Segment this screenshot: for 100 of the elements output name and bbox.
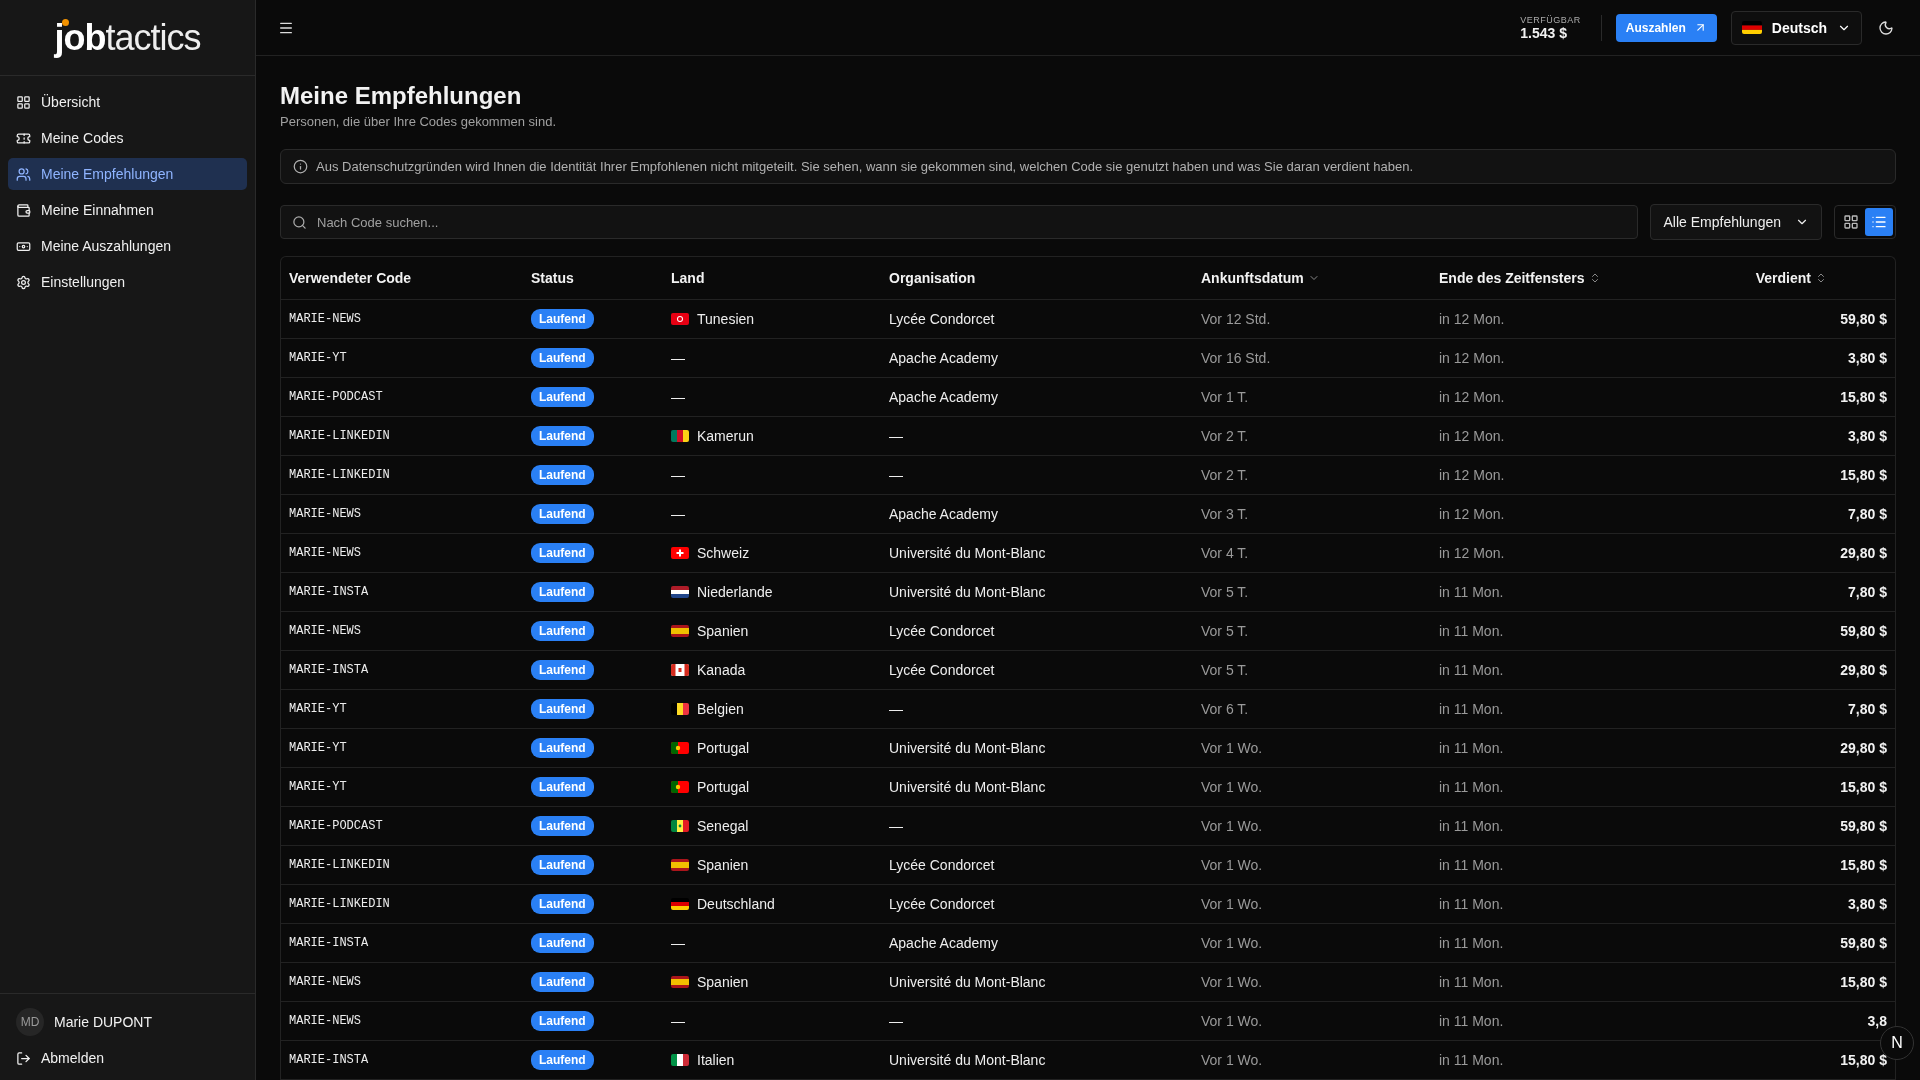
payout-button[interactable]: Auszahlen (1615, 13, 1717, 42)
arrival-cell-text: Vor 12 Std. (1201, 311, 1272, 327)
organisation-cell-text: Apache Academy (889, 506, 999, 522)
logout-link[interactable]: Abmelden (16, 1050, 239, 1066)
flag-icon (1741, 20, 1762, 35)
organisation-cell-text: — (889, 467, 904, 483)
earned-cell: 59,80 $ (1840, 623, 1887, 639)
column-header: Verwendeter Code (289, 270, 412, 286)
organisation-cell-text: Université du Mont-Blanc (889, 740, 1047, 756)
organisation-cell-text: Université du Mont-Blanc (889, 545, 1047, 561)
sidebar-item[interactable]: Übersicht (8, 86, 247, 118)
organisation-cell-text: — (889, 1013, 904, 1029)
search-field[interactable]: Nach Code suchen... (280, 205, 1639, 239)
country-cell: Spanien (697, 623, 749, 639)
filter-dropdown[interactable]: Alle Empfehlungen (1650, 204, 1822, 240)
arrival-cell-text: Vor 1 Wo. (1201, 1013, 1264, 1029)
flag-icon (671, 430, 689, 442)
code-cell-text: MARIE-PODCAST (289, 390, 384, 404)
arrival-cell-text: Vor 5 T. (1201, 662, 1250, 678)
window-end-cell-text: in 11 Mon. (1439, 662, 1505, 678)
window-end-cell-text: in 11 Mon. (1439, 584, 1505, 600)
sidebar-item[interactable]: Meine Auszahlungen (8, 230, 247, 262)
country-cell: Belgien (697, 701, 744, 717)
country-cell: — (671, 935, 685, 951)
wallet-icon (16, 202, 31, 218)
arrival-cell-text: Vor 5 T. (1201, 623, 1250, 639)
settings-icon (16, 274, 31, 290)
status-badge: Laufend (531, 777, 594, 797)
code-cell-text: MARIE-INSTA (289, 585, 370, 599)
status-badge: Laufend (531, 1050, 594, 1070)
sidebar-item[interactable]: Meine Empfehlungen (8, 158, 247, 190)
sidebar-item[interactable]: Meine Codes (8, 122, 247, 154)
users-icon (16, 166, 31, 182)
country-cell: Kamerun (697, 428, 754, 444)
column-header[interactable]: Verdient (1755, 270, 1811, 286)
code-cell-text: MARIE-NEWS (289, 624, 362, 638)
organisation-cell-text: Lycée Condorcet (889, 623, 996, 639)
column-header[interactable]: Ankunftsdatum (1201, 270, 1304, 286)
logo: jobtactics (54, 16, 201, 59)
earned-cell: 29,80 $ (1840, 662, 1887, 678)
window-end-cell-text: in 11 Mon. (1439, 779, 1505, 795)
column-header: Status (531, 270, 574, 286)
status-badge: Laufend (531, 426, 594, 446)
status-badge: Laufend (531, 855, 594, 875)
country-cell: — (671, 350, 685, 366)
arrival-cell-text: Vor 1 Wo. (1201, 1052, 1264, 1068)
organisation-cell-text: Université du Mont-Blanc (889, 584, 1047, 600)
window-end-cell-text: in 12 Mon. (1439, 467, 1506, 483)
organisation-cell-text: Lycée Condorcet (889, 857, 996, 873)
organisation-cell-text: Apache Academy (889, 389, 999, 405)
code-cell-text: MARIE-NEWS (289, 312, 362, 326)
status-badge: Laufend (531, 738, 594, 758)
arrival-cell-text: Vor 1 Wo. (1201, 818, 1264, 834)
status-badge: Laufend (531, 387, 594, 407)
flag-icon (671, 586, 689, 598)
code-cell-text: MARIE-YT (289, 741, 348, 755)
code-cell-text: MARIE-NEWS (289, 1014, 362, 1028)
earned-cell: 15,80 $ (1840, 857, 1887, 873)
country-cell: Kanada (697, 662, 746, 678)
language-select[interactable]: Deutsch (1730, 10, 1862, 45)
code-cell-text: MARIE-NEWS (289, 507, 362, 521)
flag-icon (671, 313, 689, 325)
sidebar-item[interactable]: Einstellungen (8, 266, 247, 298)
arrival-cell-text: Vor 1 Wo. (1201, 740, 1264, 756)
flag-icon (671, 898, 689, 910)
page-title: Meine Empfehlungen (280, 82, 523, 110)
earned-cell: 15,80 $ (1840, 779, 1887, 795)
arrival-cell-text: Vor 3 T. (1201, 506, 1250, 522)
list-view-button[interactable] (1865, 208, 1893, 236)
status-badge: Laufend (531, 543, 594, 563)
flag-icon (671, 547, 689, 559)
arrival-cell-text: Vor 1 T. (1201, 389, 1250, 405)
flag-icon (671, 742, 689, 754)
status-badge: Laufend (531, 621, 594, 641)
sidebar-item[interactable]: Meine Einnahmen (8, 194, 247, 226)
earned-cell: 15,80 $ (1840, 974, 1887, 990)
country-cell: Schweiz (697, 545, 750, 561)
country-cell: Niederlande (697, 584, 773, 600)
country-cell: Spanien (697, 974, 749, 990)
code-cell-text: MARIE-LINKEDIN (289, 429, 391, 443)
list-icon (1871, 214, 1887, 230)
organisation-cell-text: Université du Mont-Blanc (889, 974, 1047, 990)
status-badge: Laufend (531, 348, 594, 368)
country-cell: Senegal (697, 818, 749, 834)
column-header[interactable]: Ende des Zeitfensters (1439, 270, 1585, 286)
earned-cell: 15,80 $ (1840, 467, 1887, 483)
status-badge: Laufend (531, 504, 594, 524)
code-cell-text: MARIE-PODCAST (289, 819, 384, 833)
earned-cell: 3,80 $ (1848, 428, 1887, 444)
window-end-cell-text: in 11 Mon. (1439, 1052, 1505, 1068)
earned-cell: 29,80 $ (1840, 740, 1887, 756)
earned-cell: 3,8 (1867, 1013, 1887, 1029)
country-cell: Deutschland (697, 896, 775, 912)
earned-cell: 7,80 $ (1848, 506, 1887, 522)
organisation-cell-text: Université du Mont-Blanc (889, 1052, 1047, 1068)
window-end-cell-text: in 11 Mon. (1439, 1013, 1505, 1029)
code-cell-text: MARIE-INSTA (289, 663, 370, 677)
sort-icon (1815, 272, 1827, 284)
code-cell-text: MARIE-YT (289, 702, 348, 716)
code-cell-text: MARIE-LINKEDIN (289, 468, 391, 482)
